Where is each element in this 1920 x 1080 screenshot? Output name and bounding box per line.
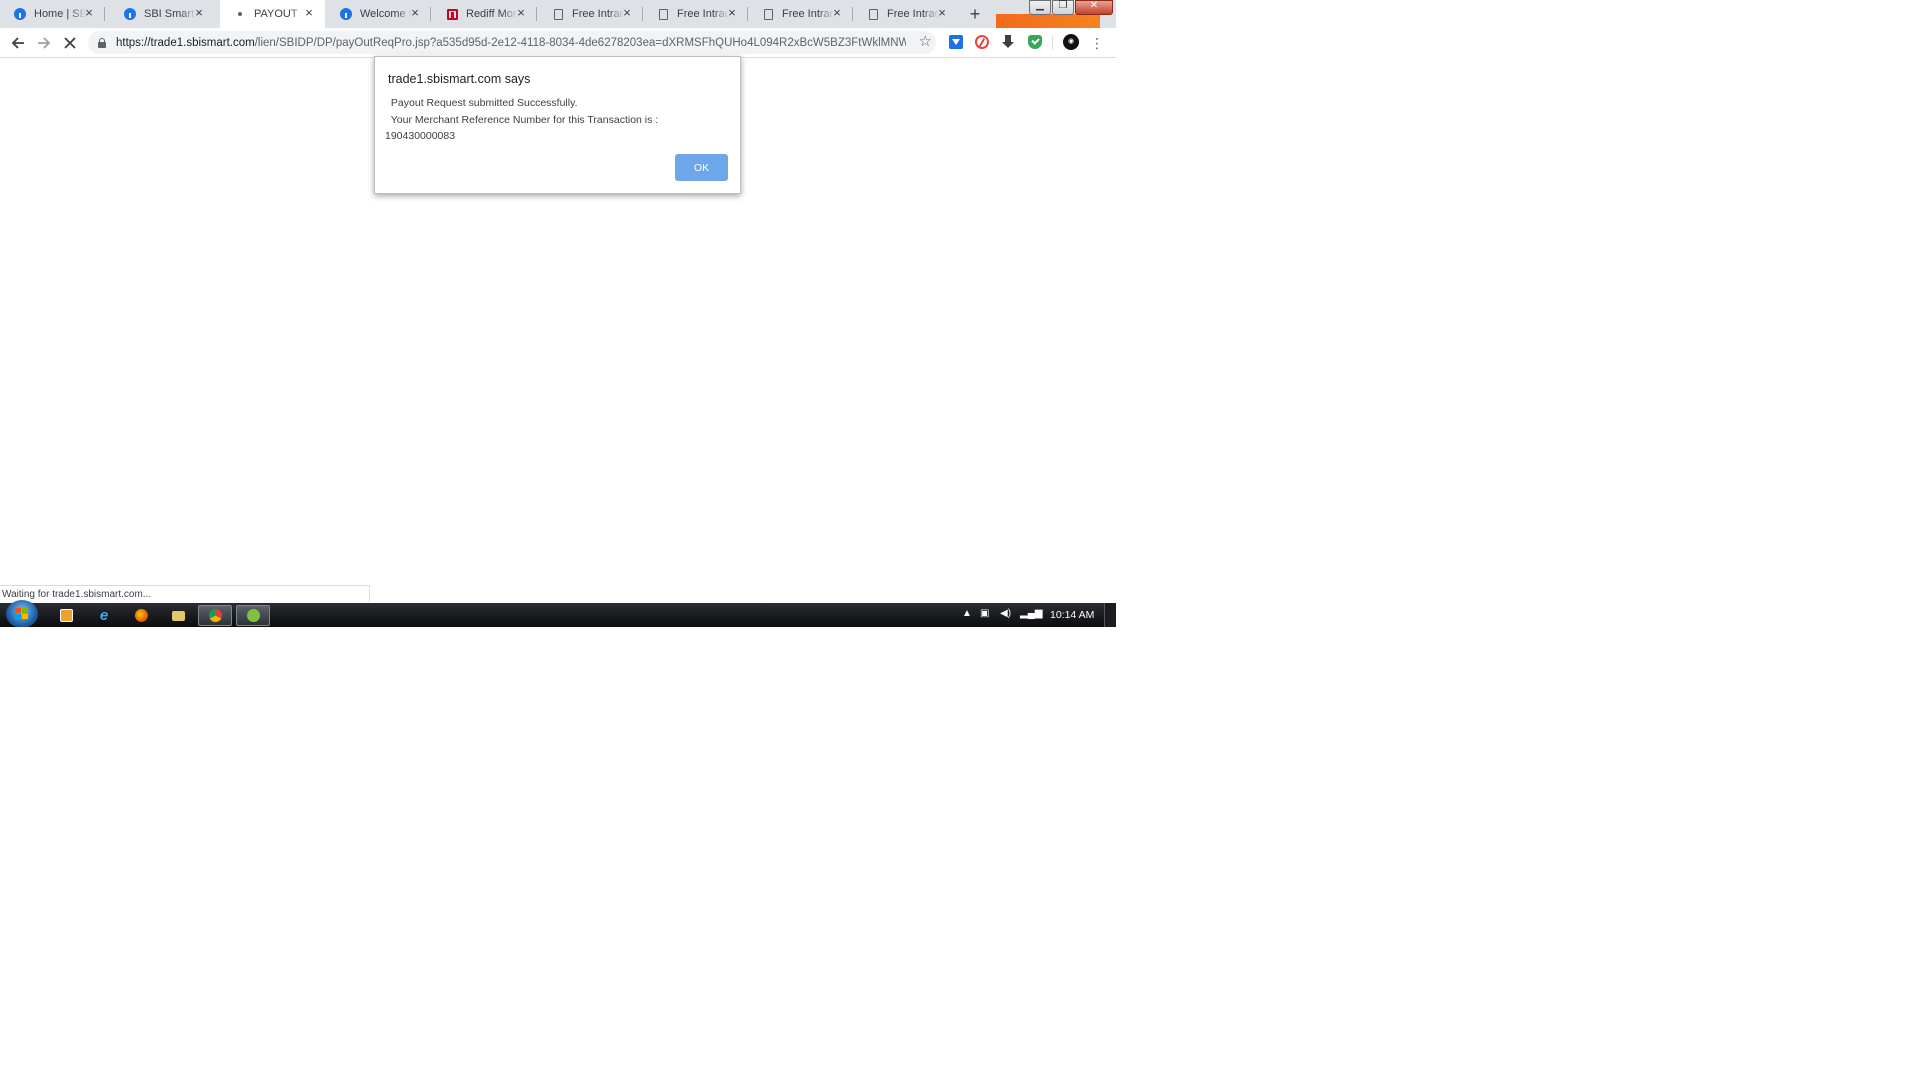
merchant-reference-number: 190430000083 bbox=[385, 130, 456, 142]
taskbar-file-explorer[interactable] bbox=[161, 605, 195, 626]
tab-free-intraday-1[interactable]: Free Intraday × bbox=[538, 0, 643, 28]
orange-banner bbox=[996, 14, 1100, 28]
taskbar-clock[interactable]: 10:14 AM bbox=[1050, 609, 1094, 621]
url-text[interactable]: https://trade1.sbismart.com/lien/SBIDP/D… bbox=[116, 37, 906, 49]
ok-button[interactable]: OK bbox=[675, 154, 728, 181]
url-path: /lien/SBIDP/DP/payOutReqPro.jsp?a535d95d… bbox=[254, 36, 906, 49]
taskbar-internet-explorer[interactable]: e bbox=[87, 605, 121, 626]
dialog-message-line: Payout Request submitted Successfully. bbox=[388, 97, 578, 109]
tab-sbi-smart[interactable]: SBI Smart × bbox=[110, 0, 215, 28]
kebab-menu-icon[interactable]: ⋮ bbox=[1090, 33, 1104, 53]
tab-title: Free Intraday bbox=[677, 8, 729, 20]
shield-check-icon[interactable] bbox=[1028, 35, 1042, 49]
windows-logo-icon bbox=[15, 608, 29, 620]
toolbar-divider bbox=[1052, 36, 1053, 50]
tab-rediff-money[interactable]: Rediff Money × bbox=[432, 0, 537, 28]
volume-icon[interactable]: ◀) bbox=[1000, 608, 1011, 619]
close-icon[interactable]: × bbox=[302, 6, 316, 20]
taskbar-firefox[interactable] bbox=[124, 605, 158, 626]
tab-title: Welcome to SBI bbox=[360, 8, 412, 20]
bookmark-star-icon[interactable]: ☆ bbox=[919, 32, 932, 50]
extension-red-icon[interactable] bbox=[975, 35, 989, 49]
sbi-icon bbox=[14, 8, 26, 20]
start-button[interactable] bbox=[6, 600, 38, 627]
sbi-icon bbox=[124, 8, 136, 20]
tab-payout[interactable]: PAYOUT × bbox=[220, 0, 325, 28]
chrome-icon bbox=[208, 609, 222, 622]
page-icon bbox=[867, 8, 879, 20]
taskbar-utorrent[interactable] bbox=[236, 605, 270, 626]
close-icon[interactable]: × bbox=[408, 6, 422, 20]
network-adapter-icon[interactable]: ▣ bbox=[980, 608, 989, 619]
window-controls: ▁ ❐ ✕ bbox=[1029, 0, 1114, 16]
sbi-icon bbox=[340, 8, 352, 20]
url-host: https://trade1.sbismart.com bbox=[116, 36, 255, 49]
alert-dialog: trade1.sbismart.com says Payout Request … bbox=[374, 56, 741, 194]
tab-title: PAYOUT bbox=[254, 8, 298, 20]
page-icon bbox=[657, 8, 669, 20]
close-icon[interactable]: × bbox=[620, 6, 634, 20]
firefox-icon bbox=[134, 609, 148, 622]
tab-title: Rediff Money bbox=[466, 8, 518, 20]
tab-free-intraday-3[interactable]: Free Intraday × bbox=[748, 0, 853, 28]
close-icon[interactable]: × bbox=[830, 6, 844, 20]
signal-bars-icon[interactable]: ▂▄▆ bbox=[1020, 608, 1042, 619]
tab-title: Free Intraday bbox=[572, 8, 624, 20]
forward-button[interactable] bbox=[34, 33, 54, 53]
tab-title: Free Intraday bbox=[887, 8, 939, 20]
minimize-button[interactable]: ▁ bbox=[1029, 0, 1051, 15]
back-button[interactable] bbox=[8, 33, 28, 53]
dialog-title: trade1.sbismart.com says bbox=[388, 72, 531, 86]
status-bubble: Waiting for trade1.sbismart.com... bbox=[0, 585, 370, 602]
page-icon bbox=[762, 8, 774, 20]
address-bar[interactable]: https://trade1.sbismart.com/lien/SBIDP/D… bbox=[88, 31, 936, 54]
close-icon: ✕ bbox=[1089, 0, 1099, 11]
taskbar-media-player[interactable] bbox=[49, 605, 83, 626]
lock-icon bbox=[98, 37, 106, 48]
taskbar: e ▲ ▣ ◀) ▂▄▆ 10:14 AM bbox=[0, 600, 1116, 627]
show-hidden-icons-icon[interactable]: ▲ bbox=[962, 608, 972, 619]
tab-home-sbi[interactable]: Home | SBI Smart × bbox=[0, 0, 105, 28]
stop-x-icon bbox=[64, 37, 76, 49]
download-icon[interactable] bbox=[1001, 35, 1015, 49]
tab-welcome[interactable]: Welcome to SBI × bbox=[326, 0, 431, 28]
restore-icon: ❐ bbox=[1058, 0, 1068, 11]
new-tab-button[interactable]: + bbox=[965, 4, 985, 24]
close-icon[interactable]: × bbox=[192, 6, 206, 20]
taskbar-chrome[interactable] bbox=[198, 605, 232, 626]
dialog-message: Payout Request submitted Successfully. Y… bbox=[385, 95, 659, 145]
close-icon[interactable]: × bbox=[935, 6, 949, 20]
tab-title: Home | SBI Smart bbox=[34, 8, 86, 20]
back-arrow-icon bbox=[11, 37, 24, 49]
forward-arrow-icon bbox=[38, 37, 51, 49]
dialog-message-line: Your Merchant Reference Number for this … bbox=[388, 113, 659, 126]
show-desktop-button[interactable] bbox=[1104, 603, 1116, 627]
rediff-icon bbox=[446, 8, 458, 20]
loading-dot-icon bbox=[234, 8, 246, 20]
minimize-icon: ▁ bbox=[1036, 0, 1044, 11]
file-explorer-icon bbox=[171, 610, 185, 621]
tab-title: Free Intraday bbox=[782, 8, 834, 20]
page-icon bbox=[552, 8, 564, 20]
restore-button[interactable]: ❐ bbox=[1052, 0, 1074, 15]
internet-explorer-icon: e bbox=[99, 607, 109, 624]
window-close-button[interactable]: ✕ bbox=[1075, 0, 1113, 15]
media-player-icon bbox=[59, 609, 73, 622]
screen: Home | SBI Smart × SBI Smart × PAYOUT × … bbox=[0, 0, 1116, 627]
close-icon[interactable]: × bbox=[82, 6, 96, 20]
browser-toolbar: https://trade1.sbismart.com/lien/SBIDP/D… bbox=[0, 28, 1116, 58]
tab-title: SBI Smart bbox=[144, 8, 195, 20]
stop-loading-button[interactable] bbox=[60, 33, 80, 53]
close-icon[interactable]: × bbox=[725, 6, 739, 20]
tab-free-intraday-2[interactable]: Free Intraday × bbox=[643, 0, 748, 28]
tab-free-intraday-4[interactable]: Free Intraday × bbox=[853, 0, 958, 28]
close-icon[interactable]: × bbox=[514, 6, 528, 20]
utorrent-icon bbox=[246, 609, 260, 622]
extension-blue-icon[interactable] bbox=[949, 35, 963, 49]
profile-avatar[interactable]: ◉ bbox=[1063, 34, 1079, 50]
tab-strip: Home | SBI Smart × SBI Smart × PAYOUT × … bbox=[0, 0, 1116, 28]
